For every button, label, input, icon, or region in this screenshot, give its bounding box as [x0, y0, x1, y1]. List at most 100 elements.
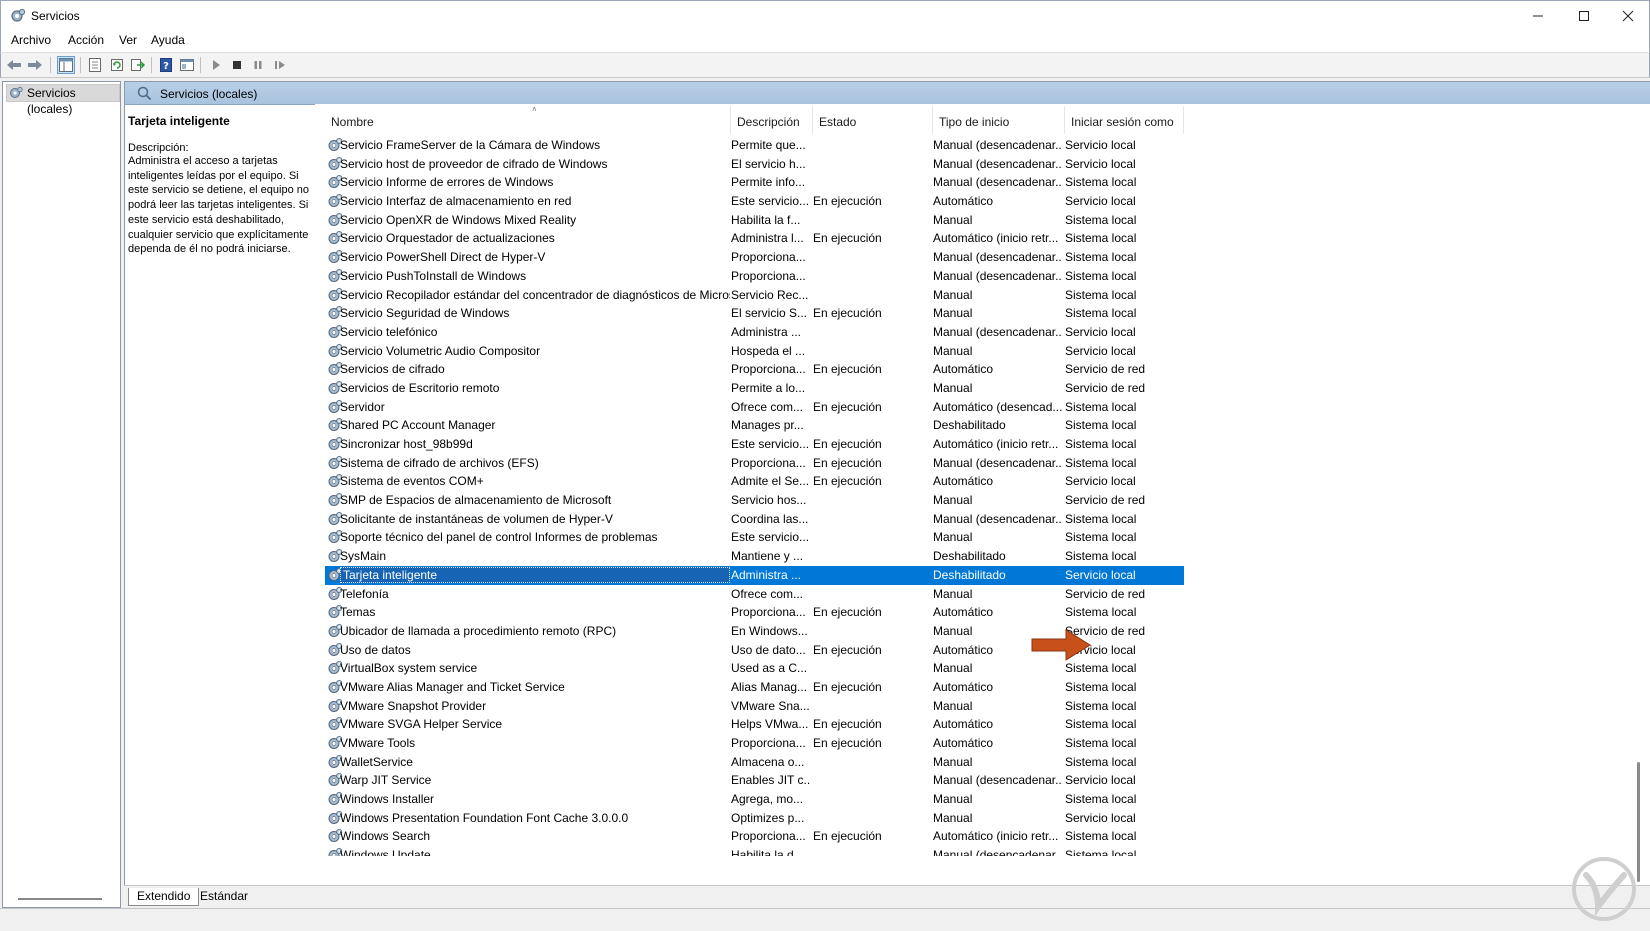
restart-service-icon[interactable]: [271, 56, 289, 74]
stop-service-icon[interactable]: [228, 56, 246, 74]
service-row[interactable]: VMware Tools Proporciona... En ejecución Au…: [325, 734, 1615, 753]
service-row[interactable]: Windows Search Proporciona... En ejecución…: [325, 827, 1615, 846]
service-log-on-as: Sistema local: [1065, 231, 1137, 246]
service-row[interactable]: Temas Proporciona... En ejecución Automátic…: [325, 603, 1615, 622]
export-list-icon[interactable]: [129, 56, 147, 74]
show-hide-console-tree-icon[interactable]: [57, 56, 75, 74]
service-row[interactable]: Servicio host de proveedor de cifrado de…: [325, 155, 1615, 174]
close-button[interactable]: [1605, 1, 1650, 31]
service-description: Administra ...: [731, 567, 802, 582]
forward-arrow-icon[interactable]: [26, 56, 44, 74]
service-log-on-as: Sistema local: [1065, 175, 1137, 190]
service-name: SysMain: [340, 549, 387, 564]
view-console-icon[interactable]: [178, 56, 196, 74]
service-row[interactable]: Servicio Interfaz de almacenamiento en r…: [325, 192, 1615, 211]
tree-item-services-local[interactable]: Servicios (locales): [6, 84, 120, 116]
service-row[interactable]: Ubicador de llamada a procedimiento remo…: [325, 622, 1615, 641]
service-description: Used as a C...: [731, 661, 808, 676]
service-row[interactable]: Servicios de Escritorio remoto Permite a …: [325, 379, 1615, 398]
service-log-on-as: Sistema local: [1065, 418, 1137, 433]
service-row[interactable]: SMP de Espacios de almacenamiento de Mic…: [325, 491, 1615, 510]
service-row[interactable]: Servicio Recopilador estándar del concen…: [325, 286, 1615, 305]
menu-archivo[interactable]: Archivo: [11, 33, 51, 47]
service-row[interactable]: Sistema de eventos COM+ Admite el Se... En…: [325, 472, 1615, 491]
service-row[interactable]: Solicitante de instantáneas de volumen d…: [325, 510, 1615, 529]
service-row[interactable]: Servicio Orquestador de actualizaciones A…: [325, 229, 1615, 248]
menu-accion[interactable]: Acción: [68, 33, 104, 47]
service-description-panel: Tarjeta inteligente Descripción: Adminis…: [128, 114, 320, 257]
service-description: Proporciona...: [731, 605, 806, 620]
vertical-scrollbar[interactable]: [1633, 106, 1645, 886]
pane-header-title: Servicios (locales): [160, 87, 258, 101]
service-row[interactable]: Servicio telefónico Administra ... Manual …: [325, 323, 1615, 342]
tree-item-label: Servicios (locales): [27, 86, 76, 116]
help-icon[interactable]: ?: [157, 56, 175, 74]
service-row[interactable]: Servicio Informe de errores de Windows Pe…: [325, 173, 1615, 192]
service-status: En ejecución: [813, 231, 882, 246]
service-row[interactable]: Windows Presentation Foundation Font Cac…: [325, 809, 1615, 828]
service-startup-type: Deshabilitado: [933, 549, 1006, 564]
service-name: Servicio Recopilador estándar del concen…: [340, 287, 730, 302]
service-startup-type: Manual (desencadenar...: [933, 250, 1063, 265]
title-bar: Servicios: [0, 0, 1650, 30]
service-row[interactable]: Tarjeta inteligente Administra ... Deshabi…: [325, 565, 1184, 585]
service-startup-type: Manual (desencadenar...: [933, 175, 1063, 190]
service-description: Agrega, mo...: [731, 792, 804, 807]
menu-ayuda[interactable]: Ayuda: [151, 33, 185, 47]
service-log-on-as: Sistema local: [1065, 455, 1137, 470]
service-name: VirtualBox system service: [340, 661, 478, 676]
maximize-button[interactable]: [1561, 1, 1607, 31]
service-row[interactable]: VMware Snapshot Provider VMware Sna... Man…: [325, 697, 1615, 716]
service-startup-type: Manual (desencadenar...: [933, 455, 1063, 470]
service-row[interactable]: Soporte técnico del panel de control Inf…: [325, 528, 1615, 547]
start-service-icon[interactable]: [207, 56, 225, 74]
minimize-button[interactable]: [1515, 1, 1561, 31]
service-row[interactable]: VMware SVGA Helper Service Helps VMwa... E…: [325, 715, 1615, 734]
service-row[interactable]: Sistema de cifrado de archivos (EFS) Prop…: [325, 454, 1615, 473]
service-row[interactable]: Servicio FrameServer de la Cámara de Win…: [325, 136, 1615, 155]
service-row[interactable]: Servidor Ofrece com... En ejecución Automát…: [325, 398, 1615, 417]
pause-service-icon[interactable]: [249, 56, 267, 74]
service-startup-type: Manual: [933, 698, 973, 713]
service-startup-type: Manual: [933, 287, 973, 302]
service-row[interactable]: Windows Update Habilita la d... Manual (de…: [325, 846, 1615, 856]
service-row[interactable]: Windows Installer Agrega, mo... Manual Sist…: [325, 790, 1615, 809]
refresh-icon[interactable]: [108, 56, 126, 74]
service-row[interactable]: Shared PC Account Manager Manages pr... De…: [325, 416, 1615, 435]
service-row[interactable]: VirtualBox system service Used as a C... M…: [325, 659, 1615, 678]
service-row[interactable]: Servicio Volumetric Audio Compositor Hosp…: [325, 342, 1615, 361]
service-name: Servicio PushToInstall de Windows: [340, 268, 527, 283]
tab-extended[interactable]: Extendido: [128, 888, 200, 906]
service-log-on-as: Sistema local: [1065, 306, 1137, 321]
column-header-name[interactable]: Nombre ˄: [325, 106, 731, 134]
column-header-log-on-as[interactable]: Iniciar sesión como: [1065, 106, 1184, 134]
service-row[interactable]: Uso de datos Uso de dato... En ejecución Au…: [325, 641, 1615, 660]
service-row[interactable]: Sincronizar host_98b99d Este servicio... E…: [325, 435, 1615, 454]
tree-horizontal-scrollbar[interactable]: [18, 898, 102, 900]
menu-bar: Archivo Acción Ver Ayuda: [0, 30, 1650, 52]
back-arrow-icon[interactable]: [5, 56, 23, 74]
service-name: Windows Update: [340, 848, 431, 856]
service-description: Proporciona...: [731, 829, 806, 844]
service-startup-type: Automático: [933, 736, 994, 750]
column-header-status[interactable]: Estado: [813, 106, 933, 134]
service-row[interactable]: Servicio Seguridad de Windows El servicio…: [325, 304, 1615, 323]
service-row[interactable]: WalletService Almacena o... Manual Sistema …: [325, 753, 1615, 772]
service-log-on-as: Servicio local: [1065, 474, 1136, 489]
service-row[interactable]: Telefonía Ofrece com... Manual Servicio de …: [325, 585, 1615, 604]
column-header-startup-type[interactable]: Tipo de inicio: [933, 106, 1065, 134]
service-row[interactable]: SysMain Mantiene y ... Deshabilitado Sistem…: [325, 547, 1615, 566]
service-row[interactable]: Servicio PushToInstall de Windows Proporc…: [325, 267, 1615, 286]
service-startup-type: Automático (inicio retr...: [933, 231, 1059, 246]
service-status: En ejecución: [813, 605, 882, 620]
service-row[interactable]: Servicio OpenXR de Windows Mixed Reality…: [325, 211, 1615, 230]
service-name: Sistema de eventos COM+: [340, 474, 484, 489]
tab-standard[interactable]: Estándar: [192, 888, 256, 906]
service-row[interactable]: Servicios de cifrado Proporciona... En eje…: [325, 360, 1615, 379]
service-row[interactable]: Servicio PowerShell Direct de Hyper-V Pro…: [325, 248, 1615, 267]
service-row[interactable]: VMware Alias Manager and Ticket Service A…: [325, 678, 1615, 697]
properties-sheet-icon[interactable]: [86, 56, 104, 74]
menu-ver[interactable]: Ver: [119, 33, 137, 47]
service-row[interactable]: Warp JIT Service Enables JIT c... Manual (…: [325, 771, 1615, 790]
column-header-description[interactable]: Descripción: [731, 106, 813, 134]
